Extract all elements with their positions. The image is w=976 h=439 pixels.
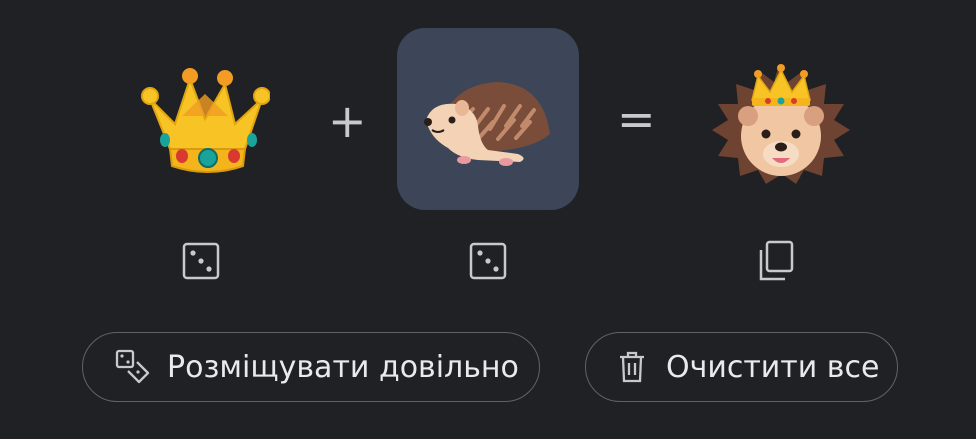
randomize-left-dice-icon[interactable] — [177, 237, 225, 285]
left-emoji-slot[interactable] — [109, 28, 291, 210]
randomize-middle-dice-icon[interactable] — [464, 237, 512, 285]
middle-emoji-slot[interactable] — [397, 28, 579, 210]
equals-operator: = — [617, 92, 656, 146]
shuffle-dice-icon — [113, 347, 153, 387]
copy-icon[interactable] — [752, 237, 800, 285]
clear-all-button-label: Очистити все — [666, 349, 880, 385]
hedgehog-emoji-icon — [424, 82, 550, 166]
clear-all-button[interactable]: Очистити все — [585, 332, 898, 402]
crowned-hedgehog-emoji-icon — [712, 64, 850, 184]
randomize-button-label: Розміщувати довільно — [167, 349, 519, 385]
randomize-button[interactable]: Розміщувати довільно — [82, 332, 540, 402]
crown-emoji-icon — [141, 68, 270, 173]
trash-icon — [612, 347, 652, 387]
plus-operator: + — [328, 94, 367, 148]
result-emoji-slot — [688, 28, 870, 210]
